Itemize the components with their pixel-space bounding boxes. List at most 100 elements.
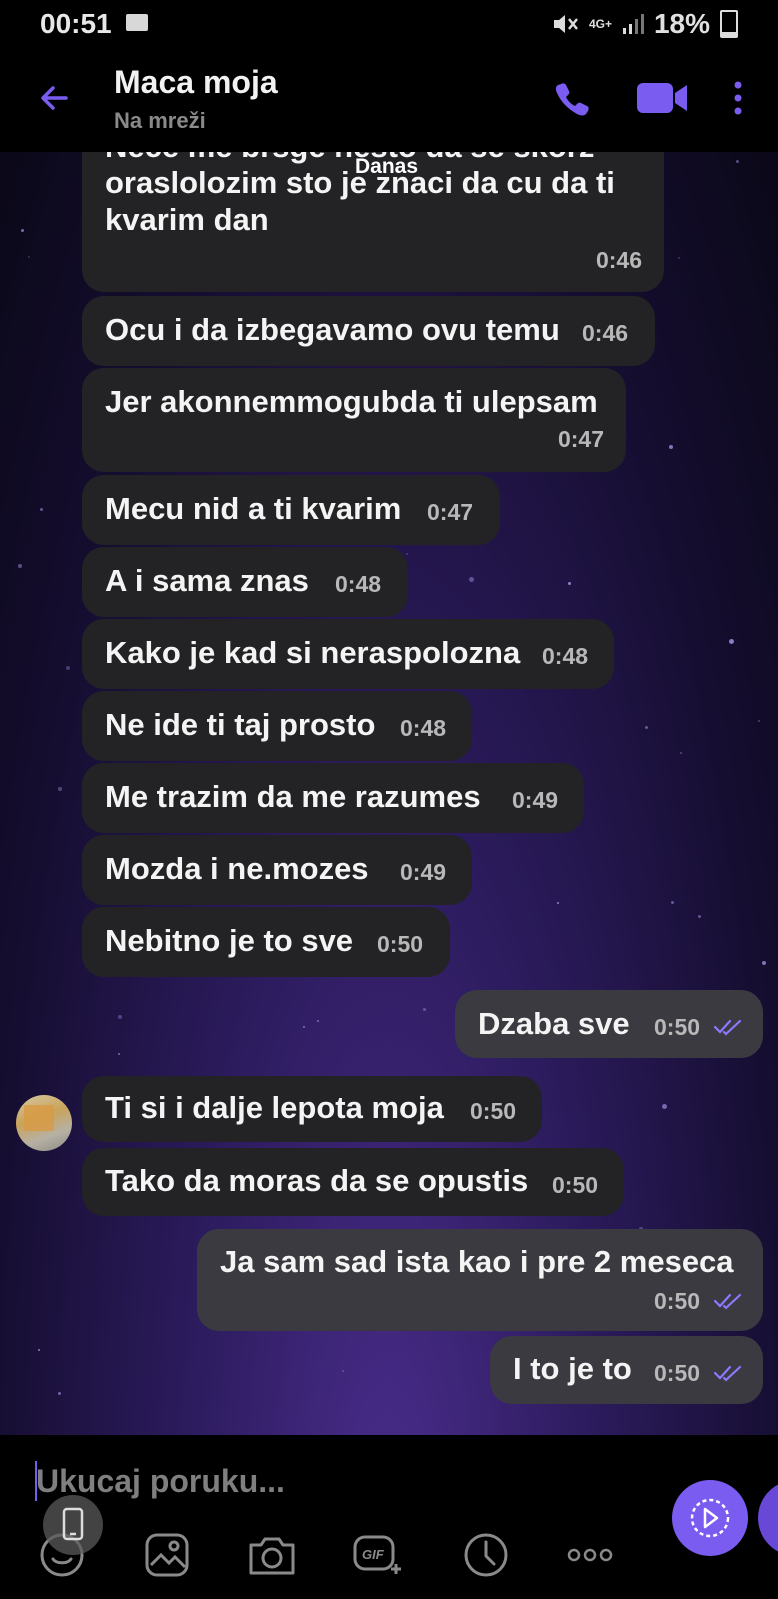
message-incoming[interactable]: Ocu i da izbegavamo ovu temu 0:46 xyxy=(82,296,655,366)
message-composer: Ukucaj poruku... GIF xyxy=(0,1435,778,1599)
star xyxy=(469,577,474,582)
camera-icon[interactable] xyxy=(246,1529,298,1581)
message-time: 0:48 xyxy=(400,715,447,741)
message-incoming[interactable]: Jer akonnemmogubda ti ulepsam 0:47 xyxy=(82,368,626,472)
battery-percent: 18% xyxy=(653,8,710,39)
message-text: Ocu i da izbegavamo ovu temu xyxy=(105,312,560,347)
message-time: 0:50 xyxy=(654,1360,701,1386)
star xyxy=(568,582,571,585)
message-text: Jer akonnemmogubda ti ulepsam xyxy=(105,384,598,419)
message-text: Mecu nid a ti kvarim xyxy=(105,491,402,526)
message-incoming[interactable]: Me trazim da me razumes 0:49 xyxy=(82,763,584,833)
message-incoming[interactable]: Kako je kad si neraspolozna 0:48 xyxy=(82,619,614,689)
network-type: 4G+ xyxy=(588,17,612,31)
message-text: Ti si i dalje lepota moja xyxy=(105,1090,444,1125)
star xyxy=(317,1020,319,1022)
message-text: Ne ide ti taj prosto xyxy=(105,707,376,742)
send-voice-button[interactable] xyxy=(672,1480,748,1556)
message-incoming[interactable]: Mecu nid a ti kvarim 0:47 xyxy=(82,475,500,545)
signal-icon xyxy=(622,14,644,34)
message-incoming[interactable]: Ne ide ti taj prosto 0:48 xyxy=(82,691,472,761)
message-incoming[interactable]: Mozda i ne.mozes 0:49 xyxy=(82,835,472,905)
star xyxy=(557,902,559,904)
presence-status: Na mreži xyxy=(114,108,206,133)
message-time: 0:50 xyxy=(654,1014,701,1040)
more-options-icon[interactable] xyxy=(728,78,748,118)
message-time: 0:47 xyxy=(557,426,604,452)
message-incoming[interactable]: Tako da moras da se opustis 0:50 xyxy=(82,1148,624,1216)
star xyxy=(680,752,682,754)
star xyxy=(678,257,680,259)
message-time: 0:48 xyxy=(335,571,382,597)
message-incoming[interactable]: Ti si i dalje lepota moja 0:50 xyxy=(82,1076,542,1142)
battery-icon xyxy=(720,10,738,38)
star xyxy=(118,1053,120,1055)
date-separator: Danas xyxy=(355,155,419,178)
star xyxy=(671,901,674,904)
star xyxy=(28,256,30,258)
message-time: 0:46 xyxy=(582,320,629,346)
more-icon[interactable] xyxy=(564,1529,616,1581)
message-time: 0:50 xyxy=(377,931,424,957)
message-text: Kako je kad si neraspolozna xyxy=(105,635,521,670)
message-time: 0:50 xyxy=(470,1098,517,1124)
read-receipt-icon xyxy=(713,1019,742,1036)
back-arrow-icon[interactable] xyxy=(34,78,74,118)
message-text: Nebitno je to sve xyxy=(105,923,354,958)
video-call-icon[interactable] xyxy=(636,80,688,116)
star xyxy=(40,508,43,511)
contact-name[interactable]: Maca moja xyxy=(114,64,278,101)
star xyxy=(38,1349,40,1351)
message-outgoing[interactable]: Ja sam sad ista kao i pre 2 meseca 0:50 xyxy=(197,1229,763,1331)
message-outgoing[interactable]: I to je to 0:50 xyxy=(490,1336,763,1404)
star xyxy=(303,1026,305,1028)
clock-icon[interactable] xyxy=(460,1529,512,1581)
message-text: kvarim dan xyxy=(105,202,269,237)
star xyxy=(118,1015,122,1019)
star xyxy=(406,553,408,555)
gif-icon[interactable]: GIF xyxy=(351,1529,403,1581)
message-incoming[interactable]: Nebitno je to sve 0:50 xyxy=(82,907,450,977)
status-bar: 00:51 4G+ 18% xyxy=(0,0,778,48)
star xyxy=(729,639,734,644)
star xyxy=(698,915,701,918)
floating-phone-button[interactable] xyxy=(43,1495,103,1555)
message-list[interactable]: Nece me brsge nesto da se skorz oraslolo… xyxy=(0,152,778,1435)
contact-avatar[interactable] xyxy=(16,1095,72,1151)
message-time: 0:47 xyxy=(427,499,474,525)
mute-icon xyxy=(553,15,578,33)
star xyxy=(758,720,760,722)
message-text: Ja sam sad ista kao i pre 2 meseca xyxy=(220,1244,734,1279)
star xyxy=(66,666,70,670)
star xyxy=(762,961,766,965)
message-time: 0:50 xyxy=(552,1172,599,1198)
message-text: A i sama znas xyxy=(105,563,309,598)
phone-device-icon xyxy=(62,1507,84,1541)
chat-header: Maca moja Na mreži xyxy=(0,48,778,153)
gallery-icon[interactable] xyxy=(141,1529,193,1581)
message-incoming[interactable]: A i sama znas 0:48 xyxy=(82,547,408,617)
star xyxy=(21,229,24,232)
star xyxy=(736,160,739,163)
status-icons: 4G+ 18% xyxy=(551,8,738,40)
read-receipt-icon xyxy=(713,1293,742,1310)
star xyxy=(669,445,673,449)
status-time: 00:51 xyxy=(40,8,112,39)
message-text: Dzaba sve xyxy=(478,1006,630,1041)
star xyxy=(423,1008,426,1011)
folder-icon xyxy=(126,14,148,31)
play-icon xyxy=(690,1498,730,1538)
secondary-action-button[interactable] xyxy=(758,1480,778,1556)
message-time: 0:49 xyxy=(512,787,559,813)
star xyxy=(18,564,22,568)
phone-icon[interactable] xyxy=(552,78,592,118)
message-text: Tako da moras da se opustis xyxy=(105,1163,529,1198)
star xyxy=(58,787,62,791)
message-outgoing[interactable]: Dzaba sve 0:50 xyxy=(455,990,763,1058)
star xyxy=(645,726,648,729)
read-receipt-icon xyxy=(713,1365,742,1382)
star xyxy=(662,1104,667,1109)
message-time: 0:46 xyxy=(595,247,642,273)
message-time: 0:50 xyxy=(654,1288,701,1314)
message-time: 0:48 xyxy=(542,643,589,669)
